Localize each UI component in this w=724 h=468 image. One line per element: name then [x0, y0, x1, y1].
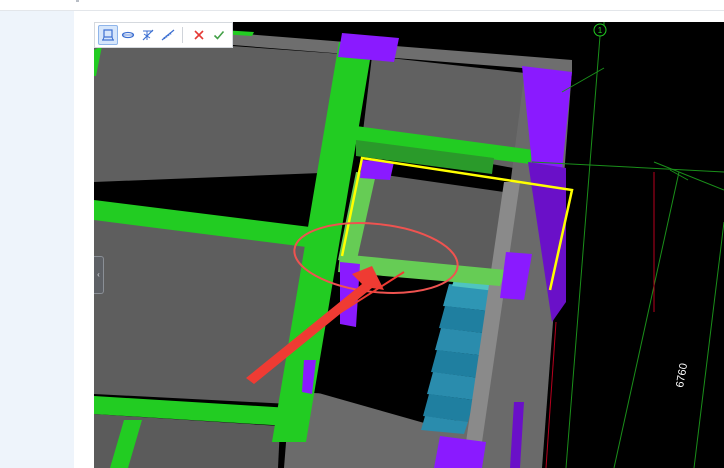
slab-edge-tool[interactable]	[118, 25, 138, 45]
confirm-button[interactable]	[209, 25, 229, 45]
slab-upper-left	[94, 36, 356, 182]
dimension-label: 6760	[674, 362, 690, 388]
close-icon	[194, 30, 204, 40]
slab-edge-icon	[121, 31, 135, 39]
collapse-panel-button[interactable]: ‹	[94, 256, 104, 294]
chevron-left-icon: ‹	[97, 270, 100, 279]
model-canvas[interactable]: 1 6760	[94, 22, 724, 468]
stair-ramp-icon	[142, 29, 154, 41]
stair-platform-icon	[102, 29, 114, 41]
column-top	[338, 33, 399, 62]
left-panel	[0, 11, 74, 468]
3d-viewport[interactable]: 1 6760	[94, 22, 724, 468]
stair-platform-tool[interactable]	[98, 25, 118, 45]
stair-steps-icon	[161, 29, 175, 41]
stair-steps-tool[interactable]	[158, 25, 178, 45]
top-bar	[0, 0, 724, 11]
cancel-button[interactable]	[189, 25, 209, 45]
axis-label: 1	[598, 26, 603, 35]
top-bar-edge	[76, 0, 79, 2]
panel-gap	[74, 11, 94, 468]
check-icon	[213, 30, 225, 40]
stair-ramp-tool[interactable]	[138, 25, 158, 45]
toolbar-separator	[182, 27, 183, 43]
edit-toolbar	[94, 22, 233, 48]
